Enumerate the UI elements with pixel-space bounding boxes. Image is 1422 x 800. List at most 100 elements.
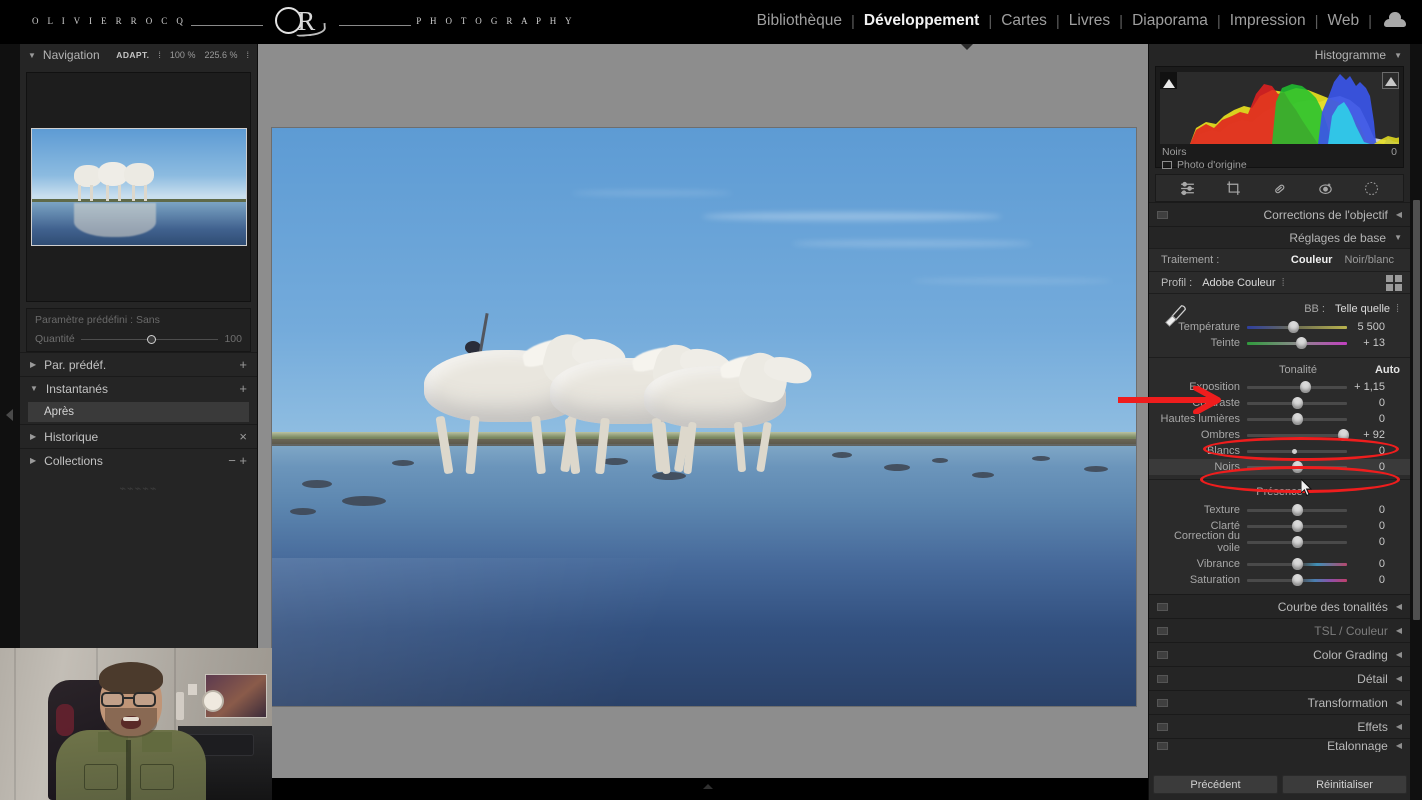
masking-sliders-icon[interactable] — [1179, 180, 1196, 197]
section-toggle-icon[interactable] — [1157, 674, 1168, 683]
wb-dropdown-icon[interactable]: ⁞ — [1396, 303, 1399, 315]
section-etalonnage[interactable]: Etalonnage ◀ — [1149, 738, 1410, 752]
slider-exposition[interactable]: Exposition + 1,15 — [1149, 379, 1410, 395]
section-toggle-icon[interactable] — [1157, 698, 1168, 707]
zoom-custom[interactable]: 225.6 % — [204, 50, 237, 60]
navigator-header[interactable]: ▼ Navigation ADAPT. ⁞ 100 % 225.6 % ⁞ — [20, 44, 257, 66]
amount-label: Quantité — [35, 333, 75, 345]
amount-slider[interactable] — [80, 334, 219, 344]
clear-history-icon[interactable]: × — [239, 429, 247, 444]
slider-track[interactable] — [1247, 412, 1347, 425]
treatment-bw-button[interactable]: Noir/blanc — [1338, 254, 1400, 266]
reset-button[interactable]: Réinitialiser — [1282, 775, 1407, 794]
section-transformation[interactable]: Transformation ◀ — [1149, 690, 1410, 714]
slider-track[interactable] — [1247, 428, 1349, 441]
slider-contraste[interactable]: Contraste 0 — [1149, 395, 1410, 411]
profile-value[interactable]: Adobe Couleur — [1202, 277, 1275, 289]
slider-noirs[interactable]: Noirs 0 — [1149, 459, 1410, 475]
module-developpement[interactable]: Développement — [855, 12, 988, 30]
histogram-panel[interactable]: Noirs 0 Photo d'origine — [1155, 66, 1404, 171]
filmstrip-toggle-icon[interactable] — [961, 44, 973, 50]
treatment-color-button[interactable]: Couleur — [1285, 254, 1339, 266]
slider-track[interactable] — [1247, 336, 1347, 349]
crop-icon[interactable] — [1225, 180, 1242, 197]
radial-gradient-icon[interactable] — [1363, 180, 1380, 197]
histogram-header[interactable]: Histogramme ▼ — [1149, 44, 1410, 66]
original-photo-toggle[interactable]: Photo d'origine — [1162, 159, 1247, 171]
sidebar-item-presets[interactable]: ▶ Par. prédéf. + — [20, 352, 257, 376]
sidebar-item-history[interactable]: ▶ Historique × — [20, 424, 257, 448]
profile-dropdown-icon[interactable]: ⁞ — [1282, 277, 1285, 289]
section-toggle-icon[interactable] — [1157, 602, 1168, 611]
module-diaporama[interactable]: Diaporama — [1123, 12, 1217, 30]
snapshot-item-apres[interactable]: Après — [28, 402, 249, 422]
slider-ombres[interactable]: Ombres + 92 — [1149, 427, 1410, 443]
module-livres[interactable]: Livres — [1060, 12, 1119, 30]
module-bibliotheque[interactable]: Bibliothèque — [748, 12, 851, 30]
collections-actions-icon[interactable]: − + — [228, 453, 247, 468]
profile-browser-icon[interactable] — [1386, 274, 1402, 291]
eyedropper-icon[interactable] — [1163, 302, 1189, 328]
slider-tint[interactable]: Teinte + 13 — [1149, 335, 1410, 351]
previous-button[interactable]: Précédent — [1153, 775, 1278, 794]
auto-tone-button[interactable]: Auto — [1375, 364, 1400, 376]
add-snapshot-icon[interactable]: + — [239, 381, 247, 396]
presence-block: Présence Texture 0 Clarté 0 Correction d… — [1149, 479, 1410, 594]
module-cartes[interactable]: Cartes — [992, 12, 1056, 30]
slider-track[interactable] — [1247, 573, 1347, 586]
cloud-icon[interactable] — [1384, 11, 1406, 29]
shadow-clipping-indicator[interactable] — [1160, 72, 1177, 89]
section-toggle-icon[interactable] — [1157, 650, 1168, 659]
sidebar-item-snapshots[interactable]: ▼ Instantanés + — [20, 376, 257, 400]
right-panel-scrollbar[interactable] — [1413, 200, 1420, 620]
module-impression[interactable]: Impression — [1221, 12, 1315, 30]
slider-track[interactable] — [1247, 448, 1347, 454]
slider-track[interactable] — [1247, 380, 1347, 393]
slider-texture[interactable]: Texture 0 — [1149, 502, 1410, 518]
section-tsl-couleur[interactable]: TSL / Couleur ◀ — [1149, 618, 1410, 642]
tone-block: Tonalité Auto Exposition + 1,15 Contrast… — [1149, 357, 1410, 479]
slider-track[interactable] — [1247, 460, 1347, 473]
section-detail[interactable]: Détail ◀ — [1149, 666, 1410, 690]
navigator-thumbnail[interactable] — [30, 128, 247, 246]
highlight-clipping-indicator[interactable] — [1382, 72, 1399, 89]
photo-preview[interactable] — [271, 127, 1137, 707]
filmstrip-expand-icon[interactable] — [703, 784, 713, 789]
zoom-fit[interactable]: ADAPT. — [116, 50, 149, 60]
zoom-fit-stepper-icon[interactable]: ⁞ — [158, 50, 161, 60]
section-basic-header[interactable]: Réglages de base ▼ — [1149, 226, 1410, 248]
red-eye-icon[interactable] — [1317, 180, 1334, 197]
section-courbe-des-tonalites[interactable]: Courbe des tonalités ◀ — [1149, 594, 1410, 618]
add-preset-icon[interactable]: + — [239, 357, 247, 372]
sidebar-item-collections[interactable]: ▶ Collections − + — [20, 448, 257, 472]
lens-corrections-toggle-icon[interactable] — [1157, 210, 1168, 219]
zoom-100[interactable]: 100 % — [170, 50, 196, 60]
slider-correction-du-voile[interactable]: Correction du voile 0 — [1149, 530, 1410, 554]
slider-vibrance[interactable]: Vibrance 0 — [1149, 556, 1410, 572]
photo-horses-reflection — [272, 450, 1136, 706]
slider-track[interactable] — [1247, 535, 1347, 548]
slider-hautes-lumieres[interactable]: Hautes lumières 0 — [1149, 411, 1410, 427]
healing-brush-icon[interactable] — [1271, 180, 1288, 197]
section-label: TSL / Couleur — [1314, 623, 1388, 638]
checkbox-icon[interactable] — [1162, 161, 1172, 169]
slider-track[interactable] — [1247, 503, 1347, 516]
section-color-grading[interactable]: Color Grading ◀ — [1149, 642, 1410, 666]
slider-track[interactable] — [1247, 519, 1347, 532]
navigator-preview-box[interactable] — [26, 72, 251, 302]
slider-track[interactable] — [1247, 320, 1347, 333]
module-web[interactable]: Web — [1319, 12, 1369, 30]
wb-value[interactable]: Telle quelle — [1335, 303, 1390, 315]
treatment-row: Traitement : Couleur Noir/blanc — [1149, 249, 1410, 271]
section-toggle-icon[interactable] — [1157, 626, 1168, 635]
section-toggle-icon[interactable] — [1157, 722, 1168, 731]
slider-blancs[interactable]: Blancs 0 — [1149, 443, 1410, 459]
section-lens-corrections[interactable]: Corrections de l'objectif ◀ — [1149, 202, 1410, 226]
collapse-left-panel-icon[interactable] — [6, 409, 13, 421]
slider-saturation[interactable]: Saturation 0 — [1149, 572, 1410, 588]
slider-track[interactable] — [1247, 557, 1347, 570]
section-effets[interactable]: Effets ◀ — [1149, 714, 1410, 738]
slider-track[interactable] — [1247, 396, 1347, 409]
zoom-custom-stepper-icon[interactable]: ⁞ — [246, 50, 249, 60]
section-toggle-icon[interactable] — [1157, 741, 1168, 750]
